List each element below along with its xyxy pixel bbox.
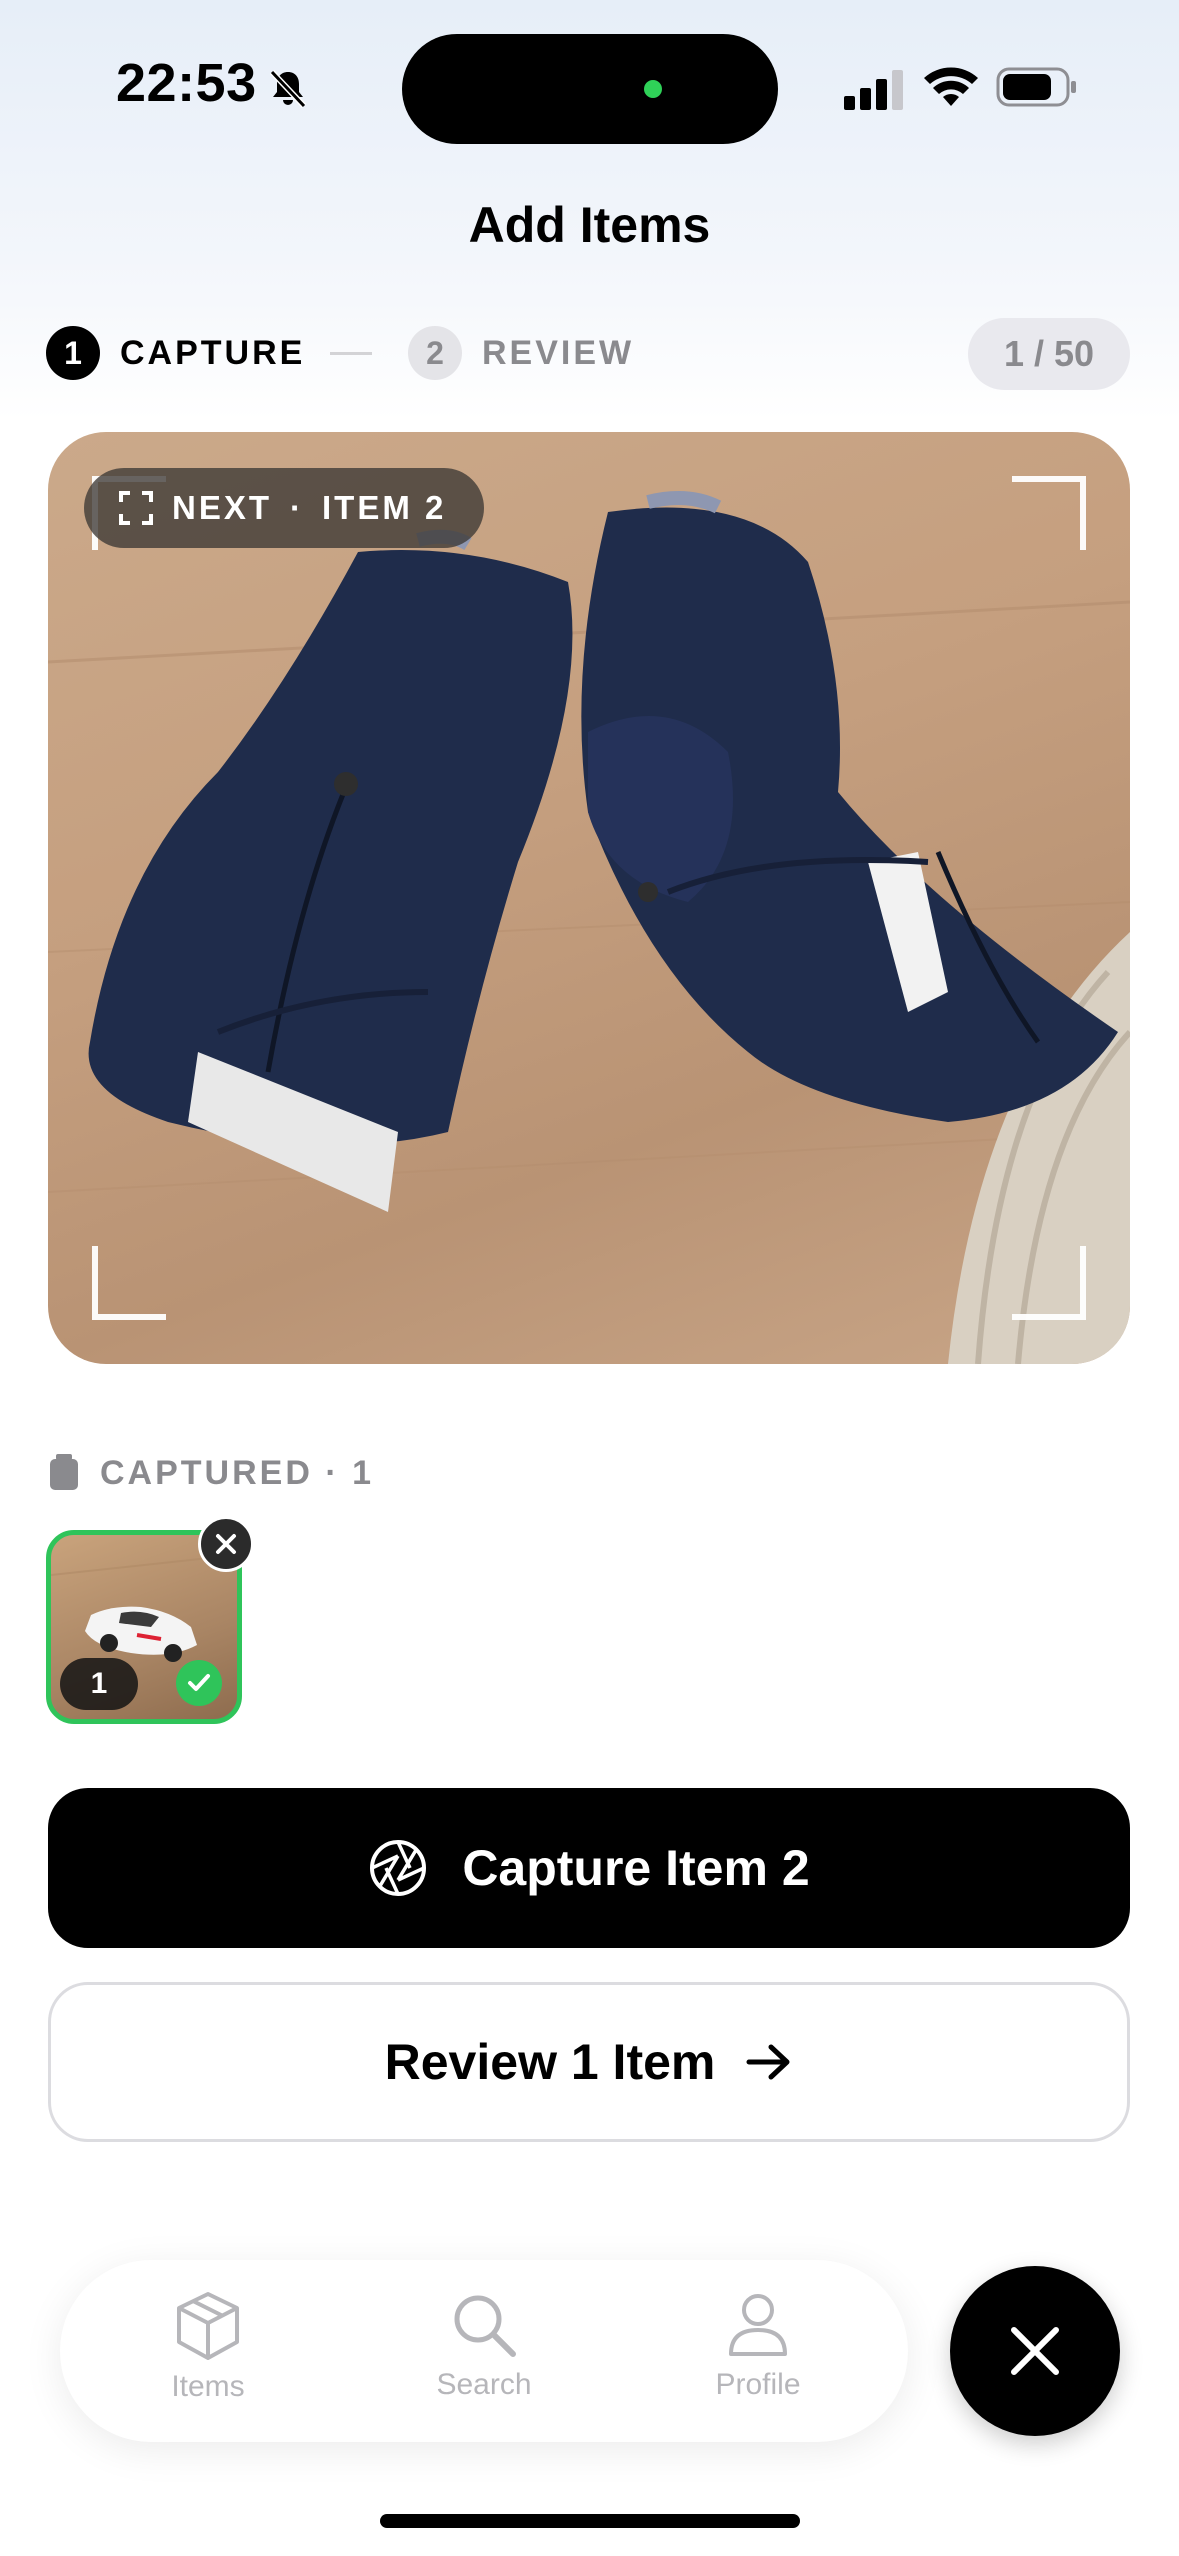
next-separator: · — [290, 489, 305, 526]
dynamic-island — [402, 34, 778, 144]
status-time: 22:53 — [116, 53, 257, 113]
review-items-label: Review 1 Item — [384, 2034, 716, 2090]
review-items-button[interactable]: Review 1 Item — [48, 1982, 1130, 2142]
camera-preview[interactable]: NEXT · ITEM 2 — [48, 432, 1130, 1364]
close-icon — [216, 1534, 236, 1554]
capture-item-label: Capture Item 2 — [462, 1840, 810, 1896]
viewfinder-corner-bottom-right — [1012, 1246, 1086, 1320]
camera-scene — [48, 491, 1130, 1364]
page-title: Add Items — [468, 197, 711, 253]
remove-capture-button[interactable] — [198, 1516, 254, 1572]
box-icon — [177, 2292, 239, 2360]
arrow-right-icon — [746, 2044, 790, 2080]
captured-icon — [50, 1454, 78, 1490]
close-icon — [1011, 2327, 1059, 2375]
captured-label: CAPTURED · 1 — [100, 1454, 375, 1492]
next-item-label: ITEM 2 — [322, 489, 447, 526]
step-1-number: 1 — [46, 326, 100, 380]
tab-search[interactable]: Search — [384, 2290, 584, 2402]
battery-icon — [996, 67, 1076, 107]
home-indicator — [380, 2514, 800, 2528]
step-2-label: REVIEW — [482, 334, 635, 372]
step-divider — [330, 352, 372, 355]
tab-items[interactable]: Items — [108, 2290, 308, 2404]
aperture-icon — [370, 1840, 427, 1896]
next-item-chip: NEXT · ITEM 2 — [84, 468, 485, 548]
camera-indicator-icon — [644, 80, 662, 98]
person-icon — [729, 2294, 787, 2356]
checkmark-icon — [176, 1660, 222, 1706]
next-label: NEXT — [172, 489, 273, 526]
tab-search-label: Search — [436, 2368, 532, 2401]
item-counter-badge: 1 / 50 — [968, 318, 1130, 390]
capture-item-button[interactable]: Capture Item 2 — [48, 1788, 1130, 1948]
tab-items-label: Items — [171, 2370, 245, 2403]
wifi-icon — [924, 67, 978, 106]
tab-profile-label: Profile — [715, 2368, 801, 2401]
close-button[interactable] — [950, 2266, 1120, 2436]
bell-slash-icon — [269, 69, 307, 109]
viewfinder-corner-bottom-left — [92, 1246, 166, 1320]
step-2-number: 2 — [408, 326, 462, 380]
viewfinder-corner-top-right — [1012, 476, 1086, 550]
thumbnail-number-badge: 1 — [60, 1658, 138, 1710]
cellular-signal-icon — [844, 70, 903, 110]
tab-profile[interactable]: Profile — [658, 2290, 858, 2402]
step-1-label: CAPTURE — [120, 334, 306, 372]
search-icon — [454, 2295, 516, 2357]
viewfinder-icon — [119, 491, 153, 525]
